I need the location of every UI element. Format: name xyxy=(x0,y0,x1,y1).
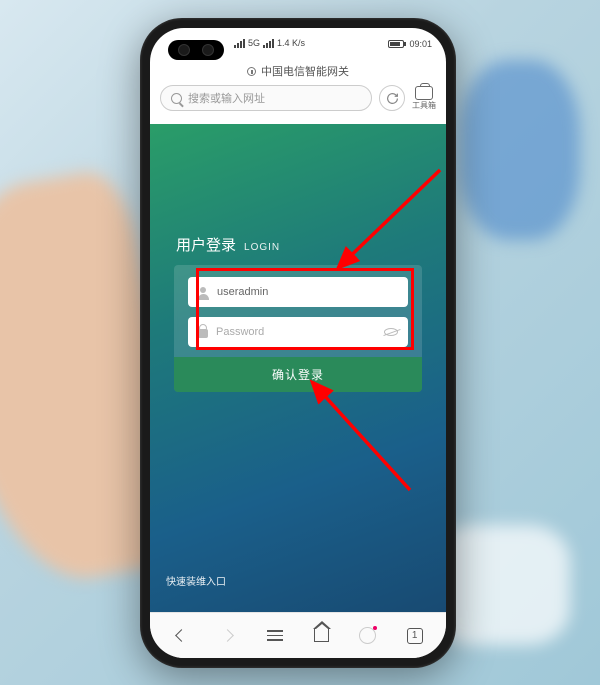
username-field[interactable] xyxy=(188,277,408,307)
speed-label: 1.4 K/s xyxy=(277,38,305,48)
signal-icon xyxy=(263,39,274,48)
chevron-right-icon xyxy=(222,629,235,642)
search-icon xyxy=(171,93,182,104)
camera-cutout xyxy=(168,40,224,60)
password-input[interactable] xyxy=(216,326,376,338)
toolbox-icon xyxy=(415,86,433,100)
toolbox-label: 工具箱 xyxy=(412,100,436,111)
clock: 09:01 xyxy=(409,39,432,49)
signal-icon xyxy=(234,39,245,48)
forward-button[interactable] xyxy=(206,618,250,654)
back-button[interactable] xyxy=(159,618,203,654)
lock-icon xyxy=(247,67,256,76)
toggle-visibility-icon[interactable] xyxy=(384,328,398,336)
extras-button[interactable] xyxy=(346,618,390,654)
tabs-button[interactable]: 1 xyxy=(393,618,437,654)
home-button[interactable] xyxy=(299,618,343,654)
address-bar[interactable]: 搜索或输入网址 xyxy=(160,85,372,111)
menu-icon xyxy=(267,630,283,641)
router-login-page: 用户登录 LOGIN 确认登录 快速装维入口 xyxy=(150,124,446,612)
toolbox-button[interactable]: 工具箱 xyxy=(412,86,436,111)
quick-install-link[interactable]: 快速装维入口 xyxy=(166,573,226,588)
address-placeholder: 搜索或输入网址 xyxy=(188,90,265,106)
username-input[interactable] xyxy=(217,286,398,298)
page-title-row: 中国电信智能网关 xyxy=(150,60,446,85)
browser-bottom-nav: 1 xyxy=(150,612,446,658)
chevron-left-icon xyxy=(175,629,188,642)
menu-button[interactable] xyxy=(253,618,297,654)
site-title: 中国电信智能网关 xyxy=(261,63,349,79)
user-icon xyxy=(198,287,209,298)
login-card: 确认登录 xyxy=(174,265,422,392)
lock-icon xyxy=(198,329,208,338)
login-submit-button[interactable]: 确认登录 xyxy=(174,357,422,392)
phone-frame: 5G 1.4 K/s 09:01 中国电信智能网关 搜索或输入网址 工具箱 xyxy=(140,18,456,668)
network-label: 5G xyxy=(248,38,260,48)
login-heading: 用户登录 LOGIN xyxy=(174,234,422,255)
refresh-button[interactable] xyxy=(379,85,405,111)
password-field[interactable] xyxy=(188,317,408,347)
tab-count-icon: 1 xyxy=(407,628,423,644)
circle-icon xyxy=(359,627,376,644)
home-icon xyxy=(314,629,329,642)
battery-icon xyxy=(388,40,404,48)
